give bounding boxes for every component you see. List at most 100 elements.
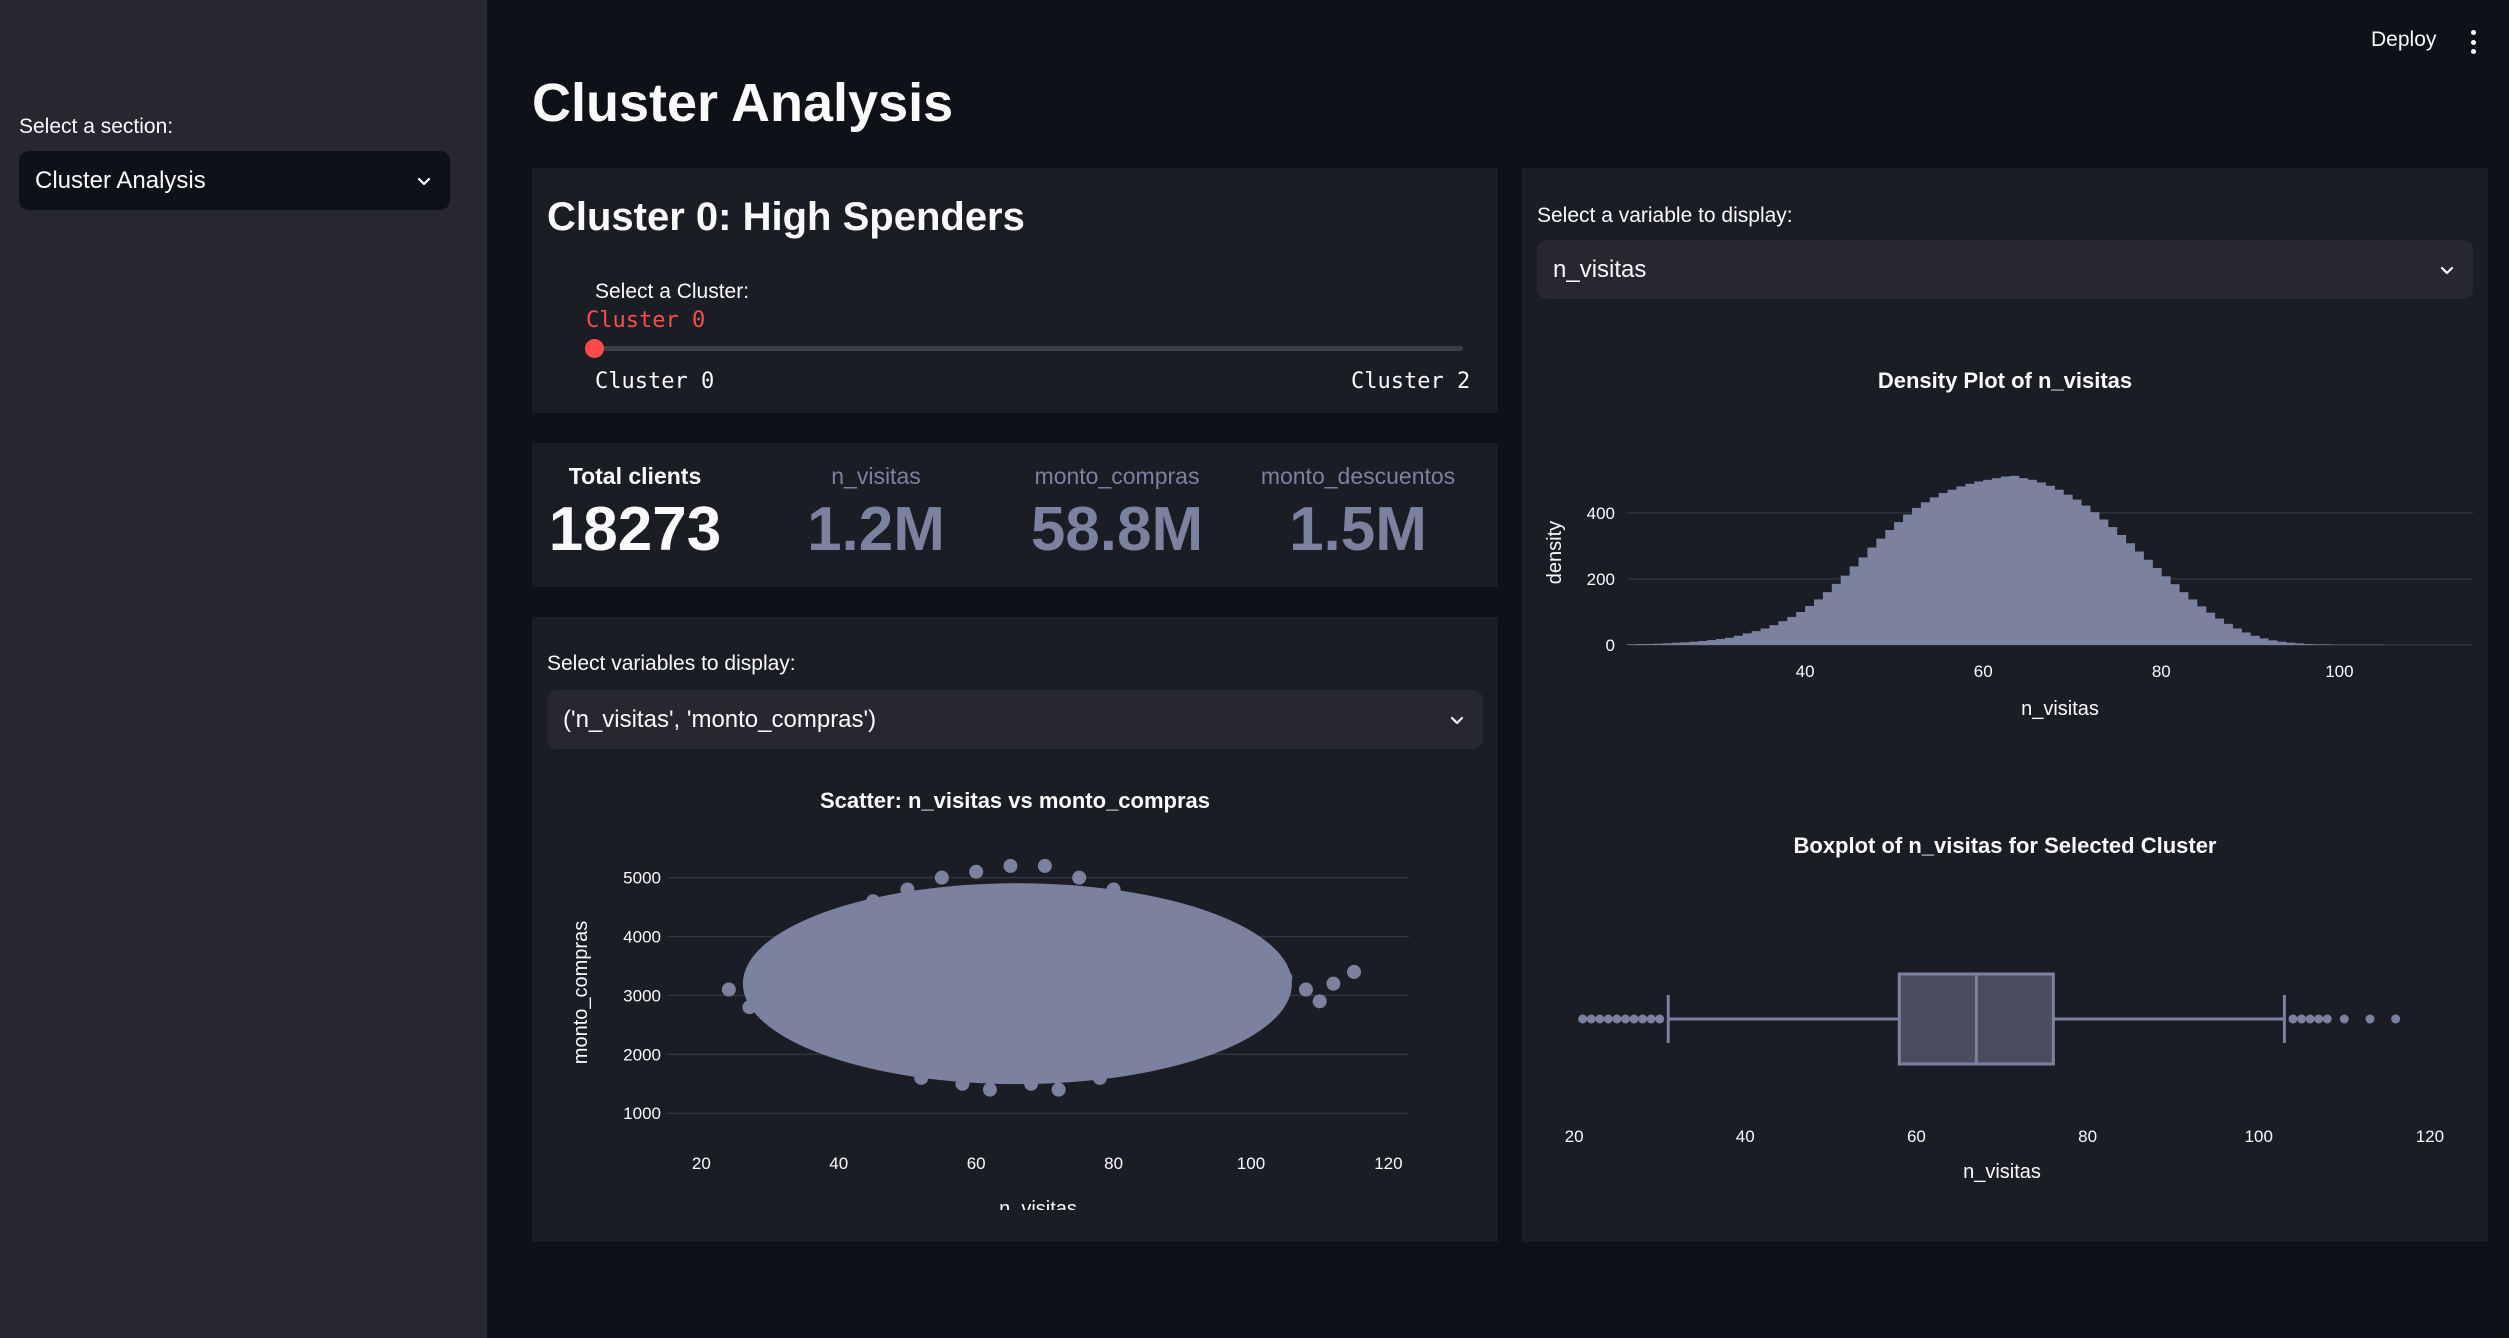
scatter-point bbox=[1106, 882, 1121, 897]
metric-value: 1.2M bbox=[807, 495, 945, 564]
histogram-bar bbox=[2018, 478, 2029, 645]
scatter-point bbox=[1298, 982, 1313, 997]
histogram-bar bbox=[2214, 618, 2225, 645]
histogram-bar bbox=[1707, 640, 1717, 645]
scatter-variables-select[interactable]: ('n_visitas', 'monto_compras') bbox=[547, 690, 1483, 749]
histogram-bar bbox=[2303, 644, 2314, 645]
scatter-point bbox=[1072, 870, 1087, 885]
variable-select-value: n_visitas bbox=[1553, 255, 1647, 283]
histogram-bar bbox=[1724, 637, 1735, 645]
boxplot-chart: 20 40 60 80 100 120 n_visitas bbox=[1565, 972, 2444, 1183]
cluster-slider-value: Cluster 0 bbox=[586, 308, 706, 333]
x-tick-label: 40 bbox=[829, 1154, 848, 1173]
cluster-slider-track[interactable] bbox=[595, 346, 1463, 351]
histogram-bar bbox=[2107, 527, 2118, 645]
metric-label: Total clients bbox=[568, 463, 702, 489]
scatter-point bbox=[1003, 858, 1018, 873]
boxplot-outlier bbox=[2305, 1014, 2315, 1024]
histogram-bar bbox=[2321, 644, 2331, 645]
histogram-bar bbox=[2027, 479, 2038, 645]
scatter-select-value: ('n_visitas', 'monto_compras') bbox=[563, 705, 877, 733]
scatter-point bbox=[797, 935, 812, 950]
kebab-menu-icon[interactable] bbox=[2468, 30, 2478, 54]
histogram-bar bbox=[1653, 643, 1664, 645]
boxplot-outlier bbox=[1646, 1014, 1656, 1024]
y-axis-label: density bbox=[1544, 521, 1566, 584]
histogram-bar bbox=[2125, 543, 2135, 645]
boxplot-outlier bbox=[2322, 1014, 2332, 1024]
y-tick-label: 0 bbox=[1606, 636, 1615, 655]
scatter-point bbox=[1120, 1059, 1135, 1074]
scatter-point bbox=[845, 1041, 860, 1056]
histogram-bar bbox=[2143, 559, 2153, 645]
scatter-point bbox=[1243, 953, 1258, 968]
variable-select-label: Select a variable to display: bbox=[1537, 204, 1793, 227]
histogram-bar bbox=[1965, 483, 1975, 645]
metric-total-clients: Total clients 18273 bbox=[525, 463, 745, 565]
x-axis-label: n_visitas bbox=[1963, 1161, 2041, 1183]
boxplot-outlier bbox=[2339, 1014, 2349, 1024]
scatter-point bbox=[1278, 970, 1293, 985]
scatter-point bbox=[982, 1082, 997, 1097]
histogram-bar bbox=[1689, 641, 1699, 645]
scatter-point bbox=[1264, 988, 1279, 1003]
deploy-button[interactable]: Deploy bbox=[2371, 28, 2436, 52]
histogram-bar bbox=[2036, 482, 2046, 645]
scatter-point bbox=[886, 1059, 901, 1074]
histogram-bar bbox=[2045, 485, 2055, 645]
histogram-bar bbox=[1796, 611, 1806, 645]
histogram-bar bbox=[1947, 489, 1957, 645]
histogram-bar bbox=[1858, 557, 1868, 645]
section-select-label: Select a section: bbox=[19, 115, 174, 138]
scatter-point bbox=[1312, 994, 1327, 1009]
sidebar: Select a section: Cluster Analysis bbox=[0, 0, 487, 1338]
histogram-bar bbox=[1733, 635, 1744, 645]
scatter-cloud bbox=[742, 883, 1292, 1085]
histogram-bar bbox=[1974, 481, 1984, 645]
histogram-bar bbox=[1760, 628, 1770, 645]
scatter-point bbox=[776, 1012, 791, 1026]
metric-label: monto_compras bbox=[1034, 463, 1200, 489]
y-tick-label: 2000 bbox=[623, 1045, 661, 1064]
histogram-bar bbox=[2312, 644, 2323, 645]
histogram-bar bbox=[1929, 497, 1940, 645]
density-chart: 0 200 400 40 60 80 100 n_visitas density bbox=[1544, 475, 2473, 720]
metric-n-visitas: n_visitas 1.2M bbox=[766, 463, 986, 565]
histogram-bar bbox=[2170, 584, 2180, 645]
histogram-bar bbox=[2152, 568, 2162, 645]
scatter-point bbox=[914, 1070, 929, 1085]
y-tick-label: 4000 bbox=[623, 928, 661, 947]
scatter-point bbox=[1230, 1006, 1245, 1021]
variable-select[interactable]: n_visitas bbox=[1537, 240, 2473, 299]
scatter-point bbox=[1024, 1076, 1039, 1091]
histogram-bar bbox=[1662, 643, 1672, 645]
scatter-point bbox=[955, 1076, 970, 1091]
histogram-bar bbox=[1983, 479, 1993, 645]
boxplot-outlier bbox=[1612, 1014, 1622, 1024]
scatter-point bbox=[1175, 917, 1190, 932]
boxplot-chart-title: Boxplot of n_visitas for Selected Cluste… bbox=[1793, 833, 2217, 858]
section-select[interactable]: Cluster Analysis bbox=[19, 151, 450, 210]
boxplot-outlier bbox=[1578, 1014, 1588, 1024]
boxplot-outlier bbox=[2365, 1014, 2375, 1024]
histogram-bar bbox=[1822, 592, 1833, 645]
histogram-bar bbox=[2072, 499, 2082, 645]
y-tick-label: 5000 bbox=[623, 869, 661, 888]
x-tick-label: 40 bbox=[1736, 1127, 1755, 1146]
page-title: Cluster Analysis bbox=[532, 73, 954, 133]
histogram-bar bbox=[1885, 530, 1895, 645]
histogram-bar bbox=[2268, 640, 2278, 645]
y-tick-label: 200 bbox=[1587, 570, 1615, 589]
x-axis-label: n_visitas bbox=[2021, 698, 2099, 720]
histogram-bar bbox=[2241, 632, 2251, 645]
cluster-slider-thumb[interactable] bbox=[585, 339, 604, 358]
boxplot-outlier bbox=[1638, 1014, 1648, 1024]
scatter-point bbox=[749, 959, 764, 973]
metric-monto-descuentos: monto_descuentos 1.5M bbox=[1248, 463, 1468, 565]
x-tick-label: 20 bbox=[692, 1154, 711, 1173]
histogram-bar bbox=[2179, 592, 2189, 645]
histogram-bar bbox=[2001, 476, 2011, 645]
histogram-bar bbox=[2116, 534, 2127, 645]
histogram-bar bbox=[1814, 599, 1824, 645]
scatter-point bbox=[969, 864, 984, 879]
